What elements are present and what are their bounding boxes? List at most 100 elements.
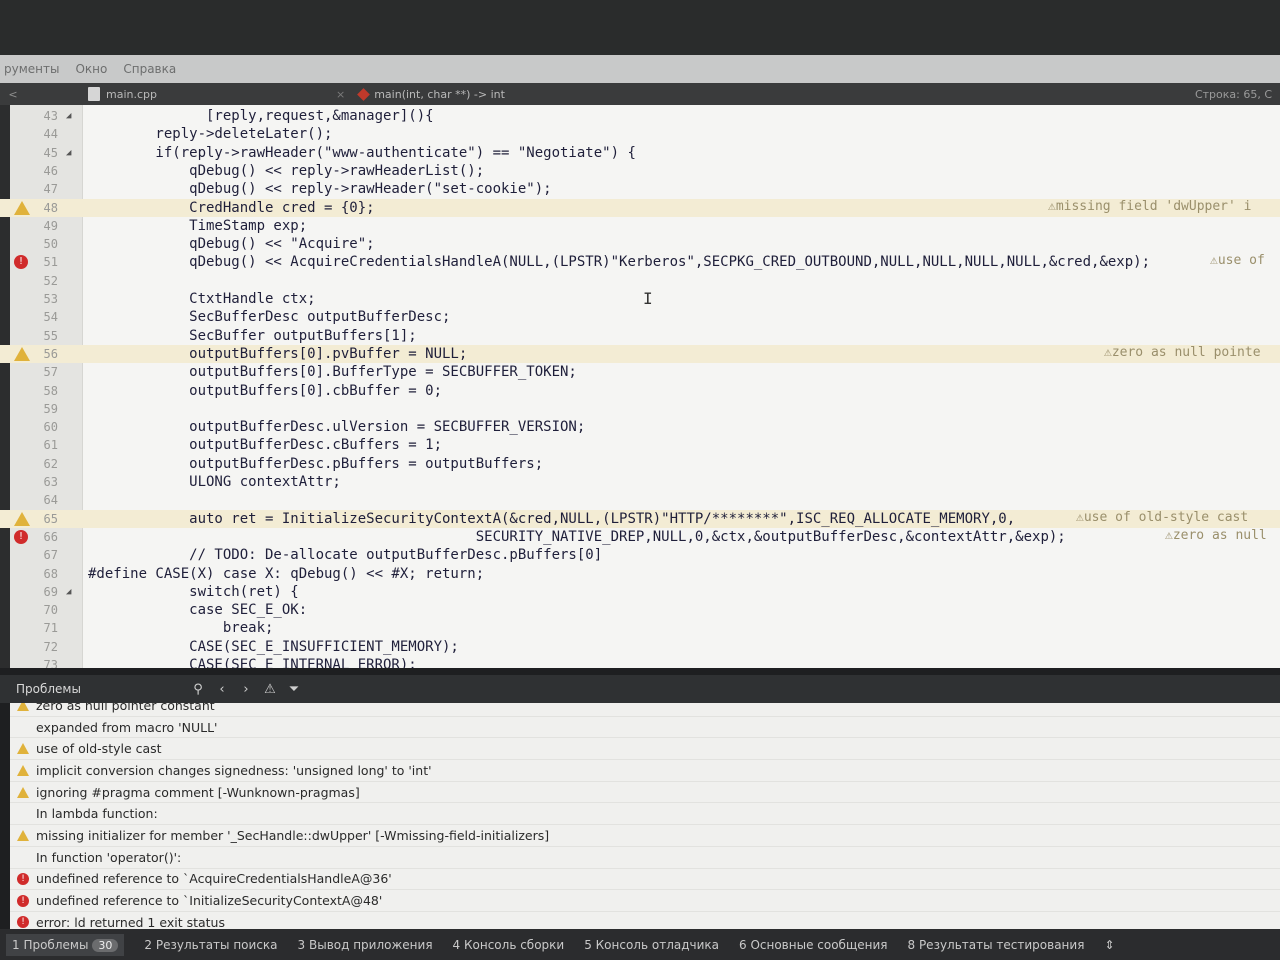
code-line[interactable]: 72 CASE(SEC_E_INSUFFICIENT_MEMORY); bbox=[0, 638, 1280, 656]
code-line[interactable]: 68 #define CASE(X) case X: qDebug() << #X… bbox=[0, 565, 1280, 583]
monitor-bezel-area bbox=[0, 0, 1280, 55]
file-selector[interactable]: main.cpp bbox=[26, 87, 318, 101]
problem-item[interactable]: In function 'operator()': bbox=[10, 847, 1280, 869]
line-number: 63 bbox=[43, 475, 58, 489]
problem-item[interactable]: ! undefined reference to `InitializeSecur… bbox=[10, 890, 1280, 912]
problem-item[interactable]: ! error: ld returned 1 exit status bbox=[10, 912, 1280, 929]
code-text: qDebug() << AcquireCredentialsHandleA(NU… bbox=[88, 254, 1151, 271]
inline-diagnostic[interactable]: ⚠zero as null bbox=[1165, 528, 1267, 543]
line-number: 70 bbox=[43, 603, 58, 618]
menu-tools[interactable]: рументы bbox=[4, 62, 59, 76]
code-text: #define CASE(X) case X: qDebug() << #X; … bbox=[88, 565, 485, 582]
line-number: 45 bbox=[43, 145, 58, 160]
output-pane-button[interactable]: 5 Консоль отладчика bbox=[584, 938, 719, 952]
function-selector[interactable]: main(int, char **) -> int bbox=[357, 87, 505, 101]
warning-filter-icon[interactable]: ⚠ bbox=[258, 682, 282, 697]
filter-icon[interactable]: ⏷ bbox=[282, 682, 306, 697]
output-panes-bar: 1 Проблемы 30 2 Результаты поиска 3 Вывод п… bbox=[0, 929, 1280, 960]
code-line[interactable]: ! 66 SECURITY_NATIVE_DREP,NULL,0,&ctx,&ou… bbox=[0, 528, 1280, 546]
code-line[interactable]: 52 bbox=[0, 272, 1280, 290]
code-line[interactable]: 59 bbox=[0, 400, 1280, 418]
code-line[interactable]: 69 ◢ switch(ret) { bbox=[0, 583, 1280, 601]
code-line[interactable]: ! 51 qDebug() << AcquireCredentialsHandle… bbox=[0, 253, 1280, 271]
cursor-position[interactable]: Строка: 65, С bbox=[1195, 88, 1280, 101]
problem-item[interactable]: missing initializer for member '_SecHand… bbox=[10, 825, 1280, 847]
code-text: SECURITY_NATIVE_DREP,NULL,0,&ctx,&output… bbox=[88, 528, 1066, 545]
inline-diagnostic[interactable]: ⚠missing field 'dwUpper' i bbox=[1048, 199, 1252, 214]
code-line[interactable]: 57 outputBuffers[0].BufferType = SECBUFF… bbox=[0, 363, 1280, 381]
code-text: outputBufferDesc.pBuffers = outputBuffer… bbox=[88, 455, 544, 472]
problem-item[interactable]: In lambda function: bbox=[10, 804, 1280, 826]
problem-item[interactable]: expanded from macro 'NULL' bbox=[10, 717, 1280, 739]
output-pane-label: 4 Консоль сборки bbox=[452, 937, 565, 952]
next-icon[interactable]: › bbox=[234, 682, 258, 697]
filter-scope-icon[interactable]: ⚲ bbox=[186, 682, 210, 697]
code-line[interactable]: 58 outputBuffers[0].cbBuffer = 0; bbox=[0, 382, 1280, 400]
line-number: 51 bbox=[43, 255, 58, 270]
function-name: main(int, char **) -> int bbox=[374, 87, 505, 101]
output-pane-button[interactable]: 2 Результаты поиска bbox=[144, 938, 277, 952]
code-editor[interactable]: 43 ◢ [reply,request,&manager](){44 reply-… bbox=[0, 105, 1280, 668]
code-text: auto ret = InitializeSecurityContextA(&c… bbox=[88, 510, 1016, 527]
warning-icon[interactable] bbox=[14, 511, 30, 526]
problem-item[interactable]: use of old-style cast bbox=[10, 738, 1280, 761]
code-line[interactable]: 63 ULONG contextAttr; bbox=[0, 473, 1280, 491]
code-text: TimeStamp exp; bbox=[88, 217, 308, 234]
code-line[interactable]: 62 outputBufferDesc.pBuffers = outputBuf… bbox=[0, 455, 1280, 473]
warning-icon[interactable] bbox=[14, 346, 30, 361]
output-pane-button[interactable]: 1 Проблемы 30 bbox=[6, 933, 125, 956]
code-text: outputBuffers[0].pvBuffer = NULL; bbox=[88, 345, 468, 362]
code-line[interactable]: 67 // TODO: De-allocate outputBufferDesc… bbox=[0, 546, 1280, 564]
menu-window[interactable]: Окно bbox=[75, 62, 107, 76]
code-line[interactable]: 43 ◢ [reply,request,&manager](){ bbox=[0, 107, 1280, 125]
more-panes-icon[interactable]: ⇕ bbox=[1104, 938, 1114, 952]
close-document-button[interactable]: × bbox=[336, 88, 345, 101]
code-line[interactable]: 64 bbox=[0, 491, 1280, 509]
problem-item[interactable]: ! undefined reference to `AcquireCredenti… bbox=[10, 869, 1280, 891]
code-line[interactable]: 56 outputBuffers[0].pvBuffer = NULL; bbox=[0, 344, 1280, 364]
code-line[interactable]: 45 ◢ if(reply->rawHeader("www-authenticat… bbox=[0, 144, 1280, 162]
fold-icon[interactable]: ◢ bbox=[66, 144, 71, 162]
code-line[interactable]: 53 CtxtHandle ctx; bbox=[0, 290, 1280, 308]
problem-item[interactable]: implicit conversion changes signedness: … bbox=[10, 760, 1280, 782]
line-number: 48 bbox=[43, 200, 58, 215]
problem-text: missing initializer for member '_SecHand… bbox=[36, 828, 550, 844]
back-arrow-icon[interactable]: < bbox=[0, 88, 26, 101]
inline-diagnostic[interactable]: ⚠use of old-style cast bbox=[1076, 510, 1248, 525]
line-number: 73 bbox=[43, 658, 58, 668]
code-line[interactable]: 61 outputBufferDesc.cBuffers = 1; bbox=[0, 436, 1280, 454]
problems-list[interactable]: zero as null pointer constant expanded fr… bbox=[10, 703, 1280, 929]
problem-item[interactable]: zero as null pointer constant bbox=[10, 703, 1280, 717]
problem-count-badge: 30 bbox=[92, 938, 119, 952]
error-icon[interactable]: ! bbox=[14, 255, 28, 270]
code-line[interactable]: 49 TimeStamp exp; bbox=[0, 217, 1280, 235]
line-number: 58 bbox=[43, 383, 58, 398]
previous-icon[interactable]: ‹ bbox=[210, 682, 234, 697]
fold-icon[interactable]: ◢ bbox=[66, 583, 71, 601]
menu-help[interactable]: Справка bbox=[123, 62, 176, 76]
warning-icon[interactable] bbox=[14, 200, 30, 215]
code-line[interactable]: 73 CASE(SEC_E_INTERNAL_ERROR); bbox=[0, 656, 1280, 668]
code-line[interactable]: 71 break; bbox=[0, 619, 1280, 637]
code-line[interactable]: 60 outputBufferDesc.ulVersion = SECBUFFE… bbox=[0, 418, 1280, 436]
code-line[interactable]: 50 qDebug() << "Acquire"; bbox=[0, 235, 1280, 253]
error-icon[interactable]: ! bbox=[14, 529, 28, 544]
code-line[interactable]: 47 qDebug() << reply->rawHeader("set-coo… bbox=[0, 180, 1280, 198]
output-pane-button[interactable]: 6 Основные сообщения bbox=[739, 938, 888, 952]
problem-item[interactable]: ignoring #pragma comment [-Wunknown-prag… bbox=[10, 782, 1280, 804]
output-pane-label: 8 Результаты тестирования bbox=[907, 937, 1085, 952]
fold-icon[interactable]: ◢ bbox=[66, 107, 71, 125]
code-text: qDebug() << reply->rawHeaderList(); bbox=[88, 162, 485, 179]
code-line[interactable]: 46 qDebug() << reply->rawHeaderList(); bbox=[0, 162, 1280, 180]
output-pane-button[interactable]: 4 Консоль сборки bbox=[453, 938, 565, 952]
line-number: 59 bbox=[43, 401, 58, 416]
inline-diagnostic[interactable]: ⚠zero as null pointe bbox=[1104, 345, 1261, 360]
code-line[interactable]: 44 reply->deleteLater(); bbox=[0, 125, 1280, 143]
code-line[interactable]: 55 SecBuffer outputBuffers[1]; bbox=[0, 327, 1280, 345]
problem-text: error: ld returned 1 exit status bbox=[36, 914, 225, 929]
output-pane-button[interactable]: 8 Результаты тестирования bbox=[908, 938, 1085, 952]
output-pane-button[interactable]: 3 Вывод приложения bbox=[298, 938, 433, 952]
inline-diagnostic[interactable]: ⚠use of bbox=[1210, 253, 1265, 268]
code-line[interactable]: 54 SecBufferDesc outputBufferDesc; bbox=[0, 308, 1280, 326]
code-line[interactable]: 70 case SEC_E_OK: bbox=[0, 601, 1280, 619]
